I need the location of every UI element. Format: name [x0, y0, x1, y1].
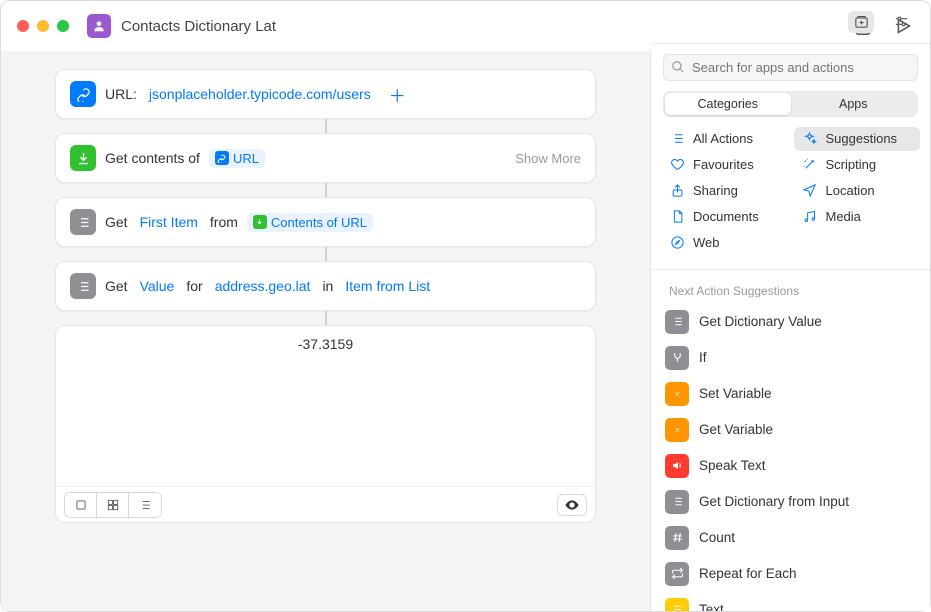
suggestion-get-dictionary-value[interactable]: Get Dictionary Value	[651, 304, 930, 340]
category-all-actions[interactable]: All Actions	[661, 127, 788, 151]
suggestion-if[interactable]: If	[651, 340, 930, 376]
category-scripting[interactable]: Scripting	[794, 153, 921, 177]
category-media[interactable]: Media	[794, 205, 921, 229]
music-icon	[802, 209, 818, 225]
doc-icon	[669, 209, 685, 225]
dictionary-icon	[70, 273, 96, 299]
suggestions-heading: Next Action Suggestions	[651, 274, 930, 304]
var-icon: x	[665, 382, 689, 406]
action-get-contents[interactable]: Get contents of URL Show More	[55, 133, 596, 183]
connector	[325, 183, 327, 197]
text-icon	[665, 598, 689, 611]
search-input[interactable]	[663, 54, 918, 81]
svg-text:x: x	[674, 390, 680, 399]
divider	[651, 269, 930, 270]
suggestion-text[interactable]: Text	[651, 592, 930, 611]
action-get-item[interactable]: Get First Item from Contents of URL	[55, 197, 596, 247]
category-location[interactable]: Location	[794, 179, 921, 203]
hash-icon	[665, 526, 689, 550]
suggestions-list: Get Dictionary ValueIfxSet VariablexGet …	[651, 304, 930, 611]
search-field[interactable]	[663, 54, 918, 81]
get-label: Get	[105, 278, 128, 294]
location-icon	[802, 183, 818, 199]
tab-categories[interactable]: Categories	[665, 93, 791, 115]
url-pill[interactable]: URL	[209, 149, 265, 168]
view-mode-segment	[64, 492, 162, 518]
sidebar: Categories Apps All ActionsSuggestionsFa…	[651, 51, 930, 611]
for-label: for	[186, 278, 202, 294]
shortcut-icon	[87, 14, 111, 38]
add-url-icon[interactable]: ＋	[389, 82, 406, 107]
sparkle-icon	[802, 131, 818, 147]
workflow-editor: URL: jsonplaceholder.typicode.com/users …	[1, 51, 651, 611]
minimize-window[interactable]	[37, 20, 49, 32]
close-window[interactable]	[17, 20, 29, 32]
contents-pill[interactable]: Contents of URL	[247, 213, 373, 232]
categories-grid: All ActionsSuggestionsFavouritesScriptin…	[651, 127, 930, 265]
link-icon	[70, 81, 96, 107]
quicklook-icon[interactable]	[557, 494, 587, 516]
url-value[interactable]: jsonplaceholder.typicode.com/users	[146, 84, 374, 104]
get-contents-label: Get contents of	[105, 150, 200, 166]
view-grid-icon[interactable]	[97, 493, 129, 517]
category-web[interactable]: Web	[661, 231, 788, 255]
connector	[325, 311, 327, 325]
suggestion-set-variable[interactable]: xSet Variable	[651, 376, 930, 412]
zoom-window[interactable]	[57, 20, 69, 32]
suggestion-repeat-for-each[interactable]: Repeat for Each	[651, 556, 930, 592]
action-url[interactable]: URL: jsonplaceholder.typicode.com/users …	[55, 69, 596, 119]
speaker-icon	[665, 454, 689, 478]
in-label: in	[322, 278, 333, 294]
show-more[interactable]: Show More	[515, 151, 581, 166]
suggestion-get-variable[interactable]: xGet Variable	[651, 412, 930, 448]
share-icon	[669, 183, 685, 199]
var-icon: x	[665, 418, 689, 442]
window-title: Contacts Dictionary Lat	[121, 18, 276, 35]
category-suggestions[interactable]: Suggestions	[794, 127, 921, 151]
download-icon	[70, 145, 96, 171]
from-label: from	[210, 214, 238, 230]
sidebar-tabs: Categories Apps	[663, 91, 918, 117]
repeat-icon	[665, 562, 689, 586]
branch-icon	[665, 346, 689, 370]
wand-icon	[802, 157, 818, 173]
category-sharing[interactable]: Sharing	[661, 179, 788, 203]
tab-apps[interactable]: Apps	[791, 93, 917, 115]
connector	[325, 119, 327, 133]
first-item-token[interactable]: First Item	[137, 212, 201, 232]
category-favourites[interactable]: Favourites	[661, 153, 788, 177]
value-token[interactable]: Value	[137, 276, 178, 296]
category-documents[interactable]: Documents	[661, 205, 788, 229]
connector	[325, 247, 327, 261]
suggestion-count[interactable]: Count	[651, 520, 930, 556]
traffic-lights	[17, 20, 69, 32]
view-single-icon[interactable]	[65, 493, 97, 517]
suggestion-get-dictionary-from-input[interactable]: Get Dictionary from Input	[651, 484, 930, 520]
view-list-icon[interactable]	[129, 493, 161, 517]
list-icon	[669, 131, 685, 147]
key-token[interactable]: address.geo.lat	[212, 276, 314, 296]
result-toolbar	[56, 486, 595, 522]
get-label: Get	[105, 214, 128, 230]
list-icon	[665, 490, 689, 514]
list-icon	[665, 310, 689, 334]
result-value: -37.3159	[56, 326, 595, 486]
item-from-list-token[interactable]: Item from List	[342, 276, 433, 296]
url-label: URL:	[105, 86, 137, 102]
settings-sliders-icon[interactable]	[888, 11, 914, 33]
safari-icon	[669, 235, 685, 251]
heart-icon	[669, 157, 685, 173]
result-panel: -37.3159	[55, 325, 596, 523]
search-icon	[671, 60, 685, 74]
list-icon	[70, 209, 96, 235]
library-icon[interactable]	[848, 11, 874, 33]
suggestion-speak-text[interactable]: Speak Text	[651, 448, 930, 484]
action-get-value[interactable]: Get Value for address.geo.lat in Item fr…	[55, 261, 596, 311]
svg-text:x: x	[674, 426, 680, 435]
